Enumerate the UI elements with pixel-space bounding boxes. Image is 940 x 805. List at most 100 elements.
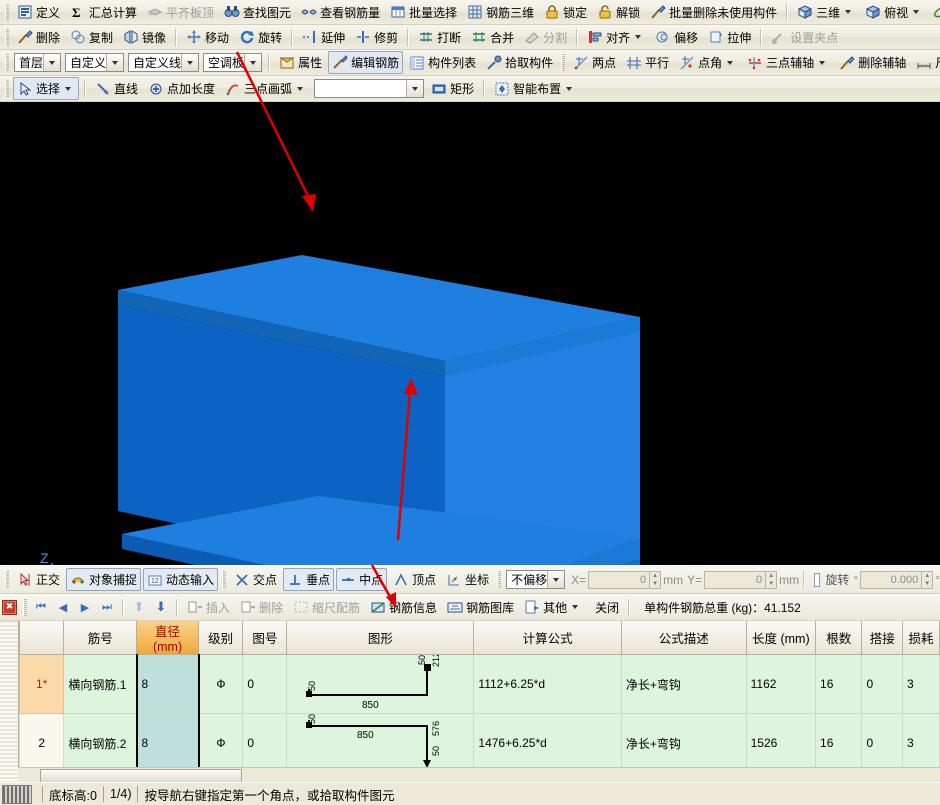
chevron-down-icon[interactable] bbox=[566, 87, 572, 91]
toolbar-grip[interactable] bbox=[497, 571, 501, 588]
cell-formula-desc[interactable]: 净长+弯钩 bbox=[621, 655, 746, 714]
column-header-loss[interactable]: 损耗 bbox=[902, 621, 939, 655]
toolbar-button-batch-delete-unused[interactable]: 批量删除未使用构件 bbox=[646, 1, 781, 24]
toolbar-grip[interactable] bbox=[23, 599, 27, 616]
column-header-diameter[interactable]: 直径 (mm) bbox=[137, 621, 199, 655]
toolbar-button-smart-layout[interactable]: 智能布置 bbox=[490, 77, 580, 100]
toolbar-button-find-element[interactable]: 查找图元 bbox=[220, 1, 295, 24]
toolbar-button-trim[interactable]: 修剪 bbox=[351, 26, 402, 49]
toolbar-button-three-d[interactable]: 三维 bbox=[793, 1, 859, 24]
arc-option-select[interactable] bbox=[314, 79, 424, 98]
cell-diameter[interactable]: 8 bbox=[137, 655, 199, 714]
nav-first-record[interactable]: ⏮ bbox=[30, 597, 52, 617]
toolbar-button-align[interactable]: 对齐 bbox=[583, 26, 649, 49]
scrollbar-thumb[interactable] bbox=[40, 769, 242, 783]
toolbar-button-top-view[interactable]: 俯视 bbox=[861, 1, 927, 24]
arc-option-select-dropdown-arrow[interactable] bbox=[406, 80, 423, 97]
cell-row-number[interactable]: 2 bbox=[20, 714, 64, 773]
toolbar-button-rebar-3d[interactable]: 钢筋三维 bbox=[463, 1, 538, 24]
toolbar-grip[interactable] bbox=[5, 4, 9, 21]
rebar-rebar-info-button[interactable]: 钢筋信息 bbox=[366, 596, 441, 619]
floor-select-dropdown-arrow[interactable] bbox=[43, 54, 60, 71]
chevron-down-icon[interactable] bbox=[572, 605, 578, 609]
table-row[interactable]: 2横向钢筋.28Ф050850576501476+6.25*d净长+弯钩1526… bbox=[20, 714, 940, 773]
rebar-rebar-library-button[interactable]: 钢筋图库 bbox=[443, 596, 518, 619]
type-select-dropdown-arrow[interactable] bbox=[181, 54, 198, 71]
cell-diameter[interactable]: 8 bbox=[137, 714, 199, 773]
toolbar-button-break[interactable]: 打断 bbox=[414, 26, 465, 49]
cell-grade[interactable]: Ф bbox=[199, 655, 243, 714]
column-header-rebar-name[interactable]: 筋号 bbox=[64, 621, 137, 655]
snap-coordinate[interactable]: 坐标 bbox=[442, 568, 493, 591]
cell-loss[interactable]: 3 bbox=[902, 655, 939, 714]
toolbar-button-unlock[interactable]: 解锁 bbox=[593, 1, 644, 24]
toolbar-button-mirror[interactable]: 镜像 bbox=[119, 26, 170, 49]
snap-vertex[interactable]: 顶点 bbox=[389, 568, 440, 591]
toolbar-grip[interactable] bbox=[5, 571, 9, 588]
cell-shape[interactable]: 5050212850 bbox=[287, 655, 474, 714]
y-coord-input[interactable]: 0 bbox=[704, 571, 766, 589]
rebar-table[interactable]: 筋号直径 (mm)级别图号图形计算公式公式描述长度 (mm)根数搭接损耗 1*横… bbox=[19, 621, 940, 781]
toolbar-button-extend[interactable]: 延伸 bbox=[298, 26, 349, 49]
toolbar-button-delete-aux-axis[interactable]: 删除辅轴 bbox=[835, 51, 910, 74]
member-select-dropdown-arrow[interactable] bbox=[244, 54, 261, 71]
toolbar-button-two-point[interactable]: 两点 bbox=[569, 51, 620, 74]
column-header-formula-desc[interactable]: 公式描述 bbox=[621, 621, 746, 655]
toolbar-button-rotate[interactable]: 旋转 bbox=[235, 26, 286, 49]
column-header-lap[interactable]: 搭接 bbox=[862, 621, 903, 655]
column-header-drawing-no[interactable]: 图号 bbox=[243, 621, 287, 655]
3d-viewport[interactable]: Z bbox=[0, 102, 940, 565]
rotate-checkbox[interactable] bbox=[814, 573, 820, 587]
chevron-down-icon[interactable] bbox=[819, 61, 825, 65]
close-icon[interactable]: ✖ bbox=[2, 600, 17, 615]
toolbar-button-stretch[interactable]: 拉伸 bbox=[704, 26, 755, 49]
table-row[interactable]: 1*横向钢筋.18Ф050502128501112+6.25*d净长+弯钩116… bbox=[20, 655, 940, 714]
chevron-down-icon[interactable] bbox=[635, 35, 641, 39]
toolbar-grip[interactable] bbox=[5, 54, 9, 71]
toolbar-button-delete[interactable]: 删除 bbox=[13, 26, 64, 49]
chevron-down-icon[interactable] bbox=[913, 10, 919, 14]
toolbar-grip[interactable] bbox=[5, 80, 9, 97]
category-select-dropdown-arrow[interactable] bbox=[106, 54, 123, 71]
toolbar-button-properties[interactable]: 属性 bbox=[275, 51, 326, 74]
toolbar-button-merge[interactable]: 合并 bbox=[467, 26, 518, 49]
snap-ortho[interactable]: 正交 bbox=[13, 568, 64, 591]
offset-mode-select-dropdown-arrow[interactable] bbox=[547, 571, 564, 588]
chevron-down-icon[interactable] bbox=[65, 87, 71, 91]
cell-length[interactable]: 1162 bbox=[746, 655, 815, 714]
cell-lap[interactable]: 0 bbox=[862, 714, 903, 773]
toolbar-button-dynamic-observe[interactable]: 动态观察 bbox=[929, 1, 940, 24]
snap-midpoint[interactable]: 中点 bbox=[336, 568, 387, 591]
cell-loss[interactable]: 3 bbox=[902, 714, 939, 773]
cell-length[interactable]: 1526 bbox=[746, 714, 815, 773]
toolbar-button-pick-member[interactable]: 拾取构件 bbox=[482, 51, 557, 74]
rebar-other-button[interactable]: 其他 bbox=[520, 596, 586, 619]
toolbar-button-member-list[interactable]: 构件列表 bbox=[405, 51, 480, 74]
x-coord-input[interactable]: 0 bbox=[588, 571, 650, 589]
offset-mode-select[interactable]: 不偏移 bbox=[506, 570, 565, 589]
floor-select[interactable]: 首层 bbox=[14, 53, 61, 72]
rebar-close-button[interactable]: 关闭 bbox=[588, 596, 623, 619]
rotate-input[interactable]: 0.000 bbox=[860, 571, 922, 589]
column-header-shape[interactable]: 图形 bbox=[287, 621, 474, 655]
toolbar-grip[interactable] bbox=[222, 571, 226, 588]
cell-count[interactable]: 16 bbox=[816, 714, 862, 773]
snap-object-snap[interactable]: 对象捕捉 bbox=[66, 568, 141, 591]
cell-grade[interactable]: Ф bbox=[199, 714, 243, 773]
rebar-table-container[interactable]: 筋号直径 (mm)级别图号图形计算公式公式描述长度 (mm)根数搭接损耗 1*横… bbox=[0, 621, 940, 781]
rotate-spinner[interactable]: ▲▼ bbox=[922, 571, 933, 589]
y-coord-spinner[interactable]: ▲▼ bbox=[766, 571, 777, 589]
toolbar-grip[interactable] bbox=[5, 29, 9, 46]
toolbar-button-rectangle[interactable]: 矩形 bbox=[427, 77, 478, 100]
toolbar-grip[interactable] bbox=[561, 54, 565, 71]
toolbar-button-three-point-arc[interactable]: 三点画弧 bbox=[221, 77, 311, 100]
x-coord-spinner[interactable]: ▲▼ bbox=[650, 571, 661, 589]
cell-lap[interactable]: 0 bbox=[862, 655, 903, 714]
column-header-length[interactable]: 长度 (mm) bbox=[746, 621, 815, 655]
member-select[interactable]: 空调板 bbox=[203, 53, 262, 72]
cell-drawing-no[interactable]: 0 bbox=[243, 655, 287, 714]
chevron-down-icon[interactable] bbox=[845, 10, 851, 14]
type-select[interactable]: 自定义线 bbox=[128, 53, 199, 72]
nav-next-record[interactable]: ▶ bbox=[74, 597, 96, 617]
toolbar-button-three-point-axis[interactable]: 三点辅轴 bbox=[743, 51, 833, 74]
